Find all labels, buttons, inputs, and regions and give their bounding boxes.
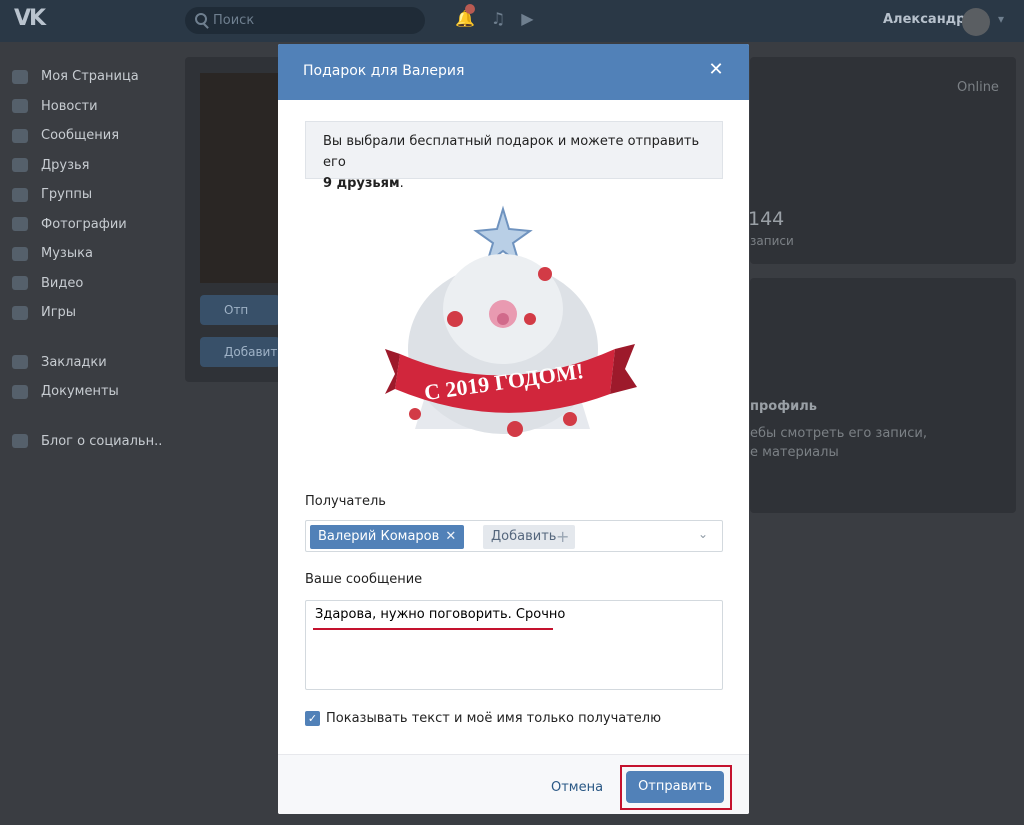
sidebar-item-label: Друзья bbox=[41, 157, 90, 173]
checkbox-label[interactable]: Показывать текст и моё имя только получа… bbox=[326, 711, 661, 726]
groups-icon bbox=[12, 187, 28, 202]
sidebar-divider bbox=[12, 328, 172, 348]
star-icon bbox=[12, 355, 28, 370]
recipient-label: Получатель bbox=[305, 494, 386, 509]
private-checkbox[interactable]: ✓ bbox=[305, 711, 320, 726]
music-icon[interactable]: ♫ bbox=[491, 9, 505, 28]
remove-icon[interactable]: ✕ bbox=[445, 525, 456, 549]
top-icons: 🔔 ♫ ▶ bbox=[455, 4, 534, 28]
sidebar-item-label: Новости bbox=[41, 98, 98, 114]
avatar[interactable] bbox=[962, 8, 990, 36]
home-icon bbox=[12, 69, 28, 84]
friends-icon bbox=[12, 158, 28, 173]
sidebar-item-label: Группы bbox=[41, 187, 93, 203]
sidebar-item-groups[interactable]: Группы bbox=[12, 180, 172, 210]
notifications-icon[interactable]: 🔔 bbox=[455, 4, 475, 28]
closed-profile-line2: е материалы bbox=[750, 445, 839, 460]
document-icon bbox=[12, 384, 28, 399]
sidebar-item-label: Игры bbox=[41, 305, 77, 321]
close-icon[interactable]: ✕ bbox=[707, 61, 725, 79]
closed-profile-card bbox=[750, 278, 1016, 513]
sidebar-item-label: Фотографии bbox=[41, 216, 127, 232]
sidebar-item-label: Музыка bbox=[41, 246, 93, 262]
messages-icon bbox=[12, 128, 28, 143]
message-value: Здарова, нужно поговорить. Срочно bbox=[315, 607, 566, 622]
modal-header: Подарок для Валерия ✕ bbox=[278, 44, 749, 100]
message-textarea[interactable]: Здарова, нужно поговорить. Срочно bbox=[305, 600, 723, 690]
group-icon bbox=[12, 434, 28, 449]
recipient-field[interactable]: Валерий Комаров ✕ Добавить + ⌄ bbox=[305, 520, 723, 552]
top-header: VK Поиск 🔔 ♫ ▶ Александр ▾ bbox=[0, 0, 1024, 42]
highlight-underline bbox=[313, 628, 553, 630]
gamepad-icon bbox=[12, 305, 28, 320]
camera-icon bbox=[12, 217, 28, 232]
gift-image: С 2019 ГОДОМ! bbox=[385, 205, 637, 437]
posts-count-label: записи bbox=[750, 234, 794, 248]
notification-badge bbox=[465, 4, 475, 14]
send-button[interactable]: Отправить bbox=[626, 771, 724, 803]
closed-profile-title: профиль bbox=[750, 399, 817, 414]
sidebar-item-friends[interactable]: Друзья bbox=[12, 151, 172, 181]
modal-title: Подарок для Валерия bbox=[303, 63, 465, 79]
sidebar-item-label: Закладки bbox=[41, 354, 107, 370]
add-recipient-button[interactable]: Добавить + bbox=[483, 525, 575, 549]
recipient-chip[interactable]: Валерий Комаров ✕ bbox=[310, 525, 465, 549]
sidebar-item-photos[interactable]: Фотографии bbox=[12, 210, 172, 240]
notice-bold: 9 друзьям bbox=[323, 176, 400, 191]
add-label: Добавить bbox=[491, 529, 557, 544]
gift-modal: Подарок для Валерия ✕ Вы выбрали бесплат… bbox=[278, 44, 749, 814]
sidebar-item-label: Моя Страница bbox=[41, 69, 139, 85]
sidebar-item-documents[interactable]: Документы bbox=[12, 377, 172, 407]
closed-profile-line1: ебы смотреть его записи, bbox=[750, 426, 927, 441]
sidebar-item-messages[interactable]: Сообщения bbox=[12, 121, 172, 151]
notice-text: Вы выбрали бесплатный подарок и можете о… bbox=[323, 134, 700, 170]
music-note-icon bbox=[12, 246, 28, 261]
sidebar-item-video[interactable]: Видео bbox=[12, 269, 172, 299]
chevron-down-icon[interactable]: ⌄ bbox=[698, 527, 708, 541]
sidebar-item-label: Блог о социальн.. bbox=[41, 433, 163, 449]
add-friend-button[interactable]: Добавит bbox=[200, 337, 280, 367]
video-icon[interactable]: ▶ bbox=[521, 9, 533, 28]
sidebar: Моя Страница Новости Сообщения Друзья Гр… bbox=[12, 62, 172, 456]
search-icon bbox=[195, 13, 207, 25]
plus-icon: + bbox=[556, 527, 570, 546]
sidebar-item-music[interactable]: Музыка bbox=[12, 239, 172, 269]
message-label: Ваше сообщение bbox=[305, 572, 423, 587]
info-notice: Вы выбрали бесплатный подарок и можете о… bbox=[305, 121, 723, 191]
sidebar-item-label: Сообщения bbox=[41, 128, 120, 144]
modal-footer: Отмена Отправить bbox=[278, 754, 749, 814]
profile-photo bbox=[200, 73, 280, 283]
online-status: Online bbox=[957, 80, 999, 95]
sidebar-item-news[interactable]: Новости bbox=[12, 92, 172, 122]
sidebar-item-games[interactable]: Игры bbox=[12, 298, 172, 328]
chevron-down-icon[interactable]: ▾ bbox=[998, 12, 1004, 26]
sidebar-divider bbox=[12, 407, 172, 427]
film-icon bbox=[12, 276, 28, 291]
vk-logo[interactable]: VK bbox=[14, 6, 54, 34]
sidebar-item-label: Документы bbox=[41, 384, 119, 400]
recipient-chip-label: Валерий Комаров bbox=[318, 529, 440, 544]
sidebar-item-bookmarks[interactable]: Закладки bbox=[12, 348, 172, 378]
news-icon bbox=[12, 99, 28, 114]
sidebar-item-blog[interactable]: Блог о социальн.. bbox=[12, 427, 172, 457]
search-input[interactable]: Поиск bbox=[185, 7, 425, 34]
search-placeholder: Поиск bbox=[213, 13, 255, 28]
posts-count: 144 bbox=[748, 208, 785, 230]
sidebar-item-my-page[interactable]: Моя Страница bbox=[12, 62, 172, 92]
cancel-button[interactable]: Отмена bbox=[551, 780, 603, 795]
user-name[interactable]: Александр bbox=[883, 12, 966, 27]
gift-button[interactable]: Отп bbox=[200, 295, 280, 325]
sidebar-item-label: Видео bbox=[41, 275, 84, 291]
